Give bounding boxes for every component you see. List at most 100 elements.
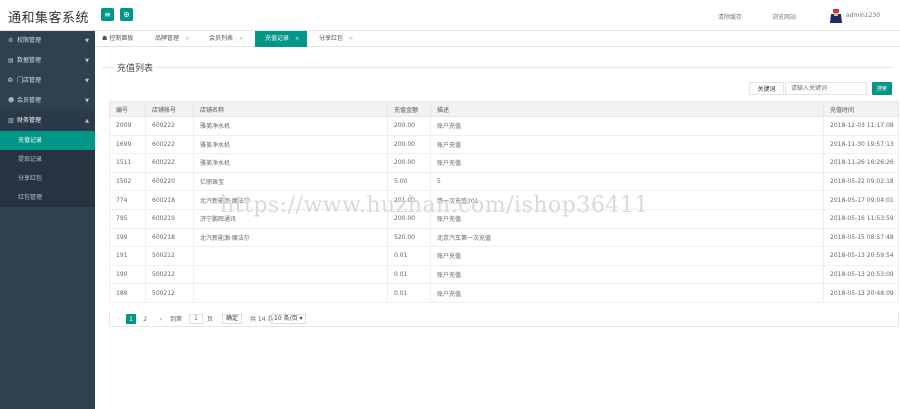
table-row: 190 500212 0.01 账户充值 2018-05-13 20:53:09 [109, 264, 899, 285]
refresh-icon[interactable]: ⊕ [120, 8, 133, 21]
sidebar-item-permissions[interactable]: ⚙ 权限管理 ▼ [0, 31, 95, 51]
cell: 2009 [109, 116, 146, 136]
menu-toggle-icon[interactable]: ≡ [101, 8, 114, 21]
sidebar-item-label: 数据管理 [17, 57, 42, 64]
close-icon[interactable]: × [239, 36, 243, 42]
keyword-button[interactable]: 关键词 [749, 82, 784, 95]
col-header: 充值时间 [823, 101, 899, 117]
sidebar-item-label: 会员管理 [17, 97, 42, 104]
cell: 191 [109, 246, 146, 266]
database-icon: ▤ [8, 57, 14, 64]
cell: 2018-12-03 11:17:08 [823, 116, 899, 136]
search-button[interactable]: 搜索 [872, 82, 892, 95]
page-1-button[interactable]: 1 [126, 314, 136, 324]
username-label[interactable]: admin1230 [846, 12, 880, 19]
sidebar-item-finance[interactable]: ▥ 财务管理 ▲ [0, 111, 95, 131]
user-icon: ☻ [8, 97, 15, 104]
cell: 0.01 [387, 283, 431, 303]
col-header: 店铺名称 [193, 101, 388, 117]
tab-dashboard[interactable]: ☗ 控制面板 [102, 31, 154, 47]
table-row: 189 500212 0.01 账户充值 2018-05-13 20:48:09 [109, 283, 899, 303]
cell: 600218 [145, 190, 194, 210]
table-row: 1511 600222 雅美净水机 200.00 账户充值 2018-11-26 16:2… [109, 153, 899, 173]
sidebar-item-stores[interactable]: ❂ 门店管理 ▼ [0, 71, 95, 91]
caret-down-icon: ▼ [85, 38, 89, 44]
table-row: 191 500212 0.01 账户充值 2018-05-13 20:59:54 [109, 246, 899, 266]
goto-confirm-button[interactable]: 确定 [222, 314, 243, 324]
finance-submenu: 充值记录 提现记录 分享红包 红包管理 [0, 131, 95, 207]
cell: 1699 [109, 134, 146, 155]
cell: 雅美净水机 [193, 134, 388, 155]
sidebar: ⚙ 权限管理 ▼ ▤ 数据管理 ▼ ❂ 门店管理 ▼ ☻ 会员管理 ▼ ▥ 财务管理 ▲ 充值记录 … [0, 31, 95, 409]
sidebar-subitem-withdraw[interactable]: 提现记录 [0, 150, 95, 169]
app-title: 通和集客系统 [8, 11, 90, 26]
cell: 600219 [145, 208, 194, 229]
per-page-select[interactable]: 10 条/页 ▾ [270, 314, 307, 324]
goto-label: 到第 [170, 316, 183, 323]
cell: 2018-05-13 20:53:09 [823, 264, 899, 285]
caret-up-icon: ▲ [85, 118, 89, 124]
table-row: 199 600218 北汽新能源·魔法尔 520.00 北京汽车第一次充值 2018-05… [109, 227, 899, 248]
sidebar-subitem-redpacket-manage[interactable]: 红包管理 [0, 188, 95, 207]
dashboard-icon: ☗ [102, 35, 108, 42]
prev-page-button[interactable]: ‹ [113, 314, 123, 324]
cell: 500212 [145, 264, 194, 285]
tab-share-redpacket[interactable]: 分享红包 × [309, 31, 359, 47]
cell: 雅美净水机 [193, 153, 388, 173]
cell: 2018-11-26 16:26:26 [823, 153, 899, 173]
cell: 5 [430, 171, 824, 192]
browse-site-link[interactable]: 浏览网站 [772, 12, 796, 21]
next-page-button[interactable]: › [156, 314, 166, 324]
close-icon[interactable]: × [185, 36, 189, 42]
tab-label: 控制面板 [109, 35, 134, 42]
cell: 500212 [145, 283, 194, 303]
col-header: 店铺帐号 [145, 101, 194, 117]
sidebar-subitem-recharge[interactable]: 充值记录 [0, 131, 95, 150]
cell: 雅美净水机 [193, 116, 388, 136]
sidebar-subitem-share-redpacket[interactable]: 分享红包 [0, 169, 95, 188]
cell: 2018-05-15 08:57:48 [823, 227, 899, 248]
cell: 2018-05-13 20:59:54 [823, 246, 899, 266]
top-header: 通和集客系统 ≡ ⊕ 清除缓存 浏览网站 admin1230 [0, 0, 900, 31]
cell: 520.00 [387, 227, 431, 248]
pagination: ‹ 1 2 › 到第 1 页 确定 共 14 条 10 条/页 ▾ [109, 312, 899, 327]
cell: 1502 [109, 171, 146, 192]
tab-brand[interactable]: 品牌管理 × [155, 31, 209, 47]
cell: 600220 [145, 171, 194, 192]
col-header: 编号 [109, 101, 146, 117]
sidebar-item-label: 财务管理 [17, 117, 42, 124]
sidebar-item-data[interactable]: ▤ 数据管理 ▼ [0, 51, 95, 71]
cell: 账户充值 [430, 153, 824, 173]
close-icon[interactable]: × [295, 36, 299, 42]
cell: 5.00 [387, 171, 431, 192]
tab-bar: ☗ 控制面板 品牌管理 × 会员列表 × 充值记录 × 分享红包 × [95, 31, 900, 47]
goto-page-input[interactable]: 1 [189, 314, 203, 324]
cell: 账户充值 [430, 264, 824, 285]
cell [193, 246, 388, 266]
cell: 账户充值 [430, 134, 824, 155]
sidebar-item-label: 权限管理 [17, 37, 42, 44]
table-header-row: 编号 店铺帐号 店铺名称 充值金额 描述 充值时间 [109, 101, 899, 117]
sidebar-item-members[interactable]: ☻ 会员管理 ▼ [0, 91, 95, 111]
cell: 2018-05-13 20:48:09 [823, 283, 899, 303]
caret-down-icon: ▼ [85, 58, 89, 64]
clear-cache-link[interactable]: 清除缓存 [718, 12, 742, 21]
tab-members[interactable]: 会员列表 × [209, 31, 255, 47]
close-icon[interactable]: × [349, 36, 353, 42]
cell: 账户充值 [430, 283, 824, 303]
tab-recharge[interactable]: 充值记录 × [255, 31, 307, 47]
sidebar-item-label: 门店管理 [17, 77, 42, 84]
cell: 2018-05-16 11:53:59 [823, 208, 899, 229]
cell: 账户充值 [430, 246, 824, 266]
user-avatar-icon[interactable] [829, 8, 843, 23]
cell: 北汽新能源·魔法尔 [193, 227, 388, 248]
page-2-button[interactable]: 2 [140, 314, 150, 324]
cell: 600218 [145, 227, 194, 248]
gear-icon: ⚙ [8, 37, 14, 44]
cell: 1511 [109, 153, 146, 173]
search-input[interactable] [785, 82, 867, 95]
store-icon: ❂ [8, 77, 14, 84]
cell: 774 [109, 190, 146, 210]
finance-icon: ▥ [8, 117, 14, 124]
cell: 600222 [145, 134, 194, 155]
